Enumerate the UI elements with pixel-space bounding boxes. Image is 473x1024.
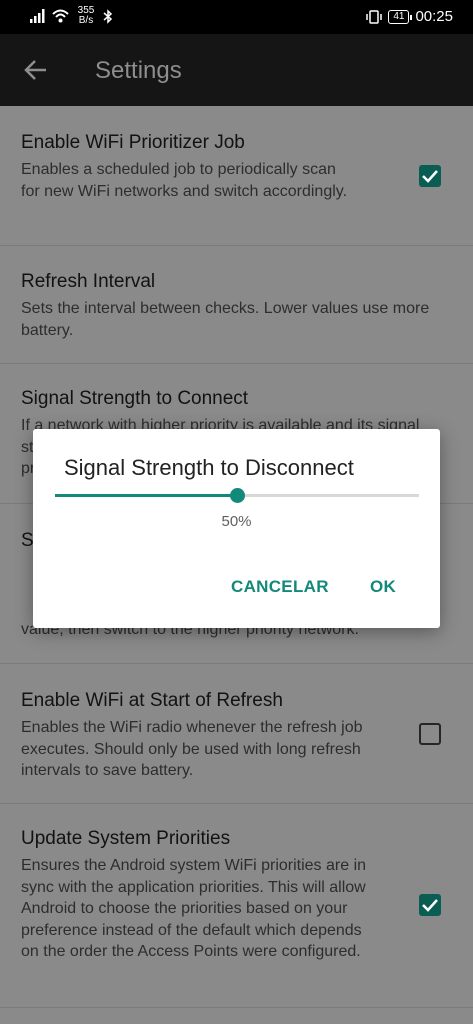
slider-value-label: 50% bbox=[221, 513, 252, 530]
checkbox-checked[interactable] bbox=[419, 894, 441, 916]
status-bar: 355 B/s 41 00:25 bbox=[0, 0, 473, 34]
pref-title: Enable WiFi Prioritizer Job bbox=[21, 132, 245, 153]
pref-summary: Enables the WiFi radio whenever the refr… bbox=[21, 719, 363, 779]
signal-icon bbox=[30, 9, 45, 23]
status-left: 355 B/s bbox=[30, 6, 113, 26]
status-right: 41 00:25 bbox=[366, 8, 453, 25]
pref-summary: Enables a scheduled job to periodically … bbox=[21, 161, 348, 200]
checkbox-checked[interactable] bbox=[419, 165, 441, 187]
pref-summary: Ensures the Android system WiFi prioriti… bbox=[21, 857, 367, 960]
wifi-icon bbox=[52, 9, 69, 23]
dialog-title: Signal Strength to Disconnect bbox=[64, 455, 354, 480]
checkbox-unchecked[interactable] bbox=[419, 723, 441, 745]
pref-summary: Sets the interval between checks. Lower … bbox=[21, 300, 430, 339]
vibrate-icon bbox=[366, 9, 383, 24]
cancel-button[interactable]: CANCELAR bbox=[231, 577, 329, 597]
ok-button[interactable]: OK bbox=[370, 577, 396, 597]
pref-refresh-interval[interactable]: Refresh Interval Sets the interval betwe… bbox=[0, 246, 473, 364]
slider-fill bbox=[55, 494, 237, 497]
pref-title: Update System Priorities bbox=[21, 828, 231, 849]
pref-enable-job[interactable]: Enable WiFi Prioritizer Job Enables a sc… bbox=[0, 106, 473, 246]
net-speed: 355 B/s bbox=[75, 6, 97, 26]
back-arrow-icon[interactable] bbox=[22, 56, 50, 84]
pref-enable-wifi[interactable]: Enable WiFi at Start of Refresh Enables … bbox=[0, 664, 473, 804]
slider-track[interactable] bbox=[55, 488, 419, 503]
pref-title: Enable WiFi at Start of Refresh bbox=[21, 690, 283, 711]
pref-title: Refresh Interval bbox=[21, 271, 156, 292]
pref-title: Signal Strength to Connect bbox=[21, 388, 249, 409]
net-speed-unit: B/s bbox=[78, 15, 94, 26]
pref-update-priorities[interactable]: Update System Priorities Ensures the And… bbox=[0, 804, 473, 1008]
bluetooth-icon bbox=[103, 8, 113, 24]
app-bar: Settings bbox=[0, 34, 473, 106]
pref-title: S bbox=[21, 530, 34, 551]
clock: 00:25 bbox=[415, 8, 453, 25]
page-title: Settings bbox=[95, 57, 182, 84]
check-icon bbox=[422, 899, 438, 912]
check-icon bbox=[422, 170, 438, 183]
slider-dialog: Signal Strength to Disconnect 50% CANCEL… bbox=[33, 429, 440, 628]
slider-thumb[interactable] bbox=[230, 488, 245, 503]
battery-icon: 41 bbox=[388, 9, 413, 24]
